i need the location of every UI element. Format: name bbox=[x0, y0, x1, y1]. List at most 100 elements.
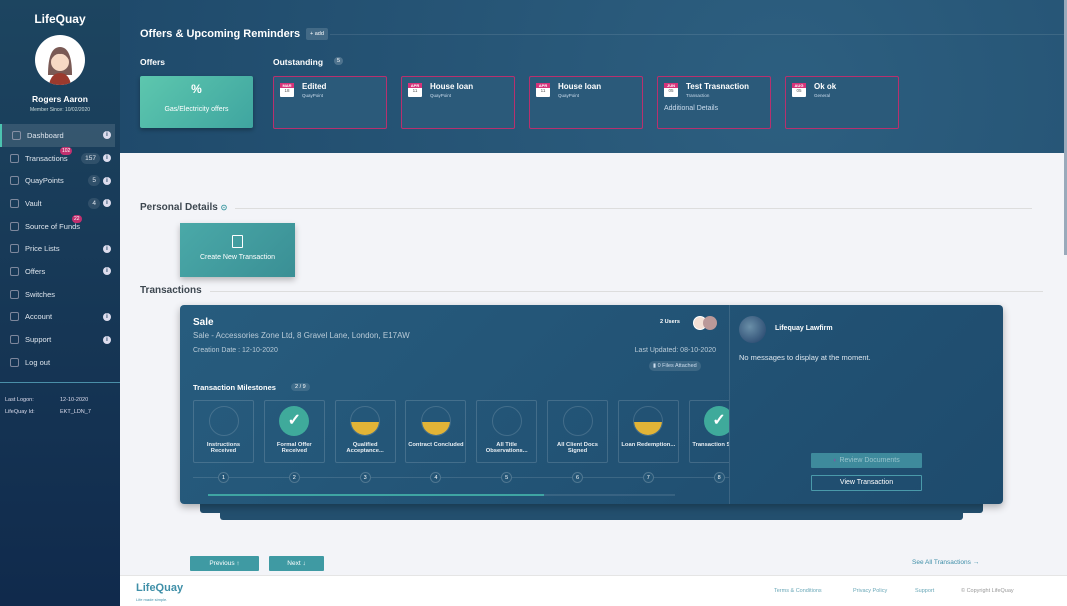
milestone[interactable]: Qualified Acceptance... bbox=[334, 400, 396, 463]
reminder-type: Transaction bbox=[686, 93, 710, 98]
calendar-icon: AUG 05 bbox=[792, 83, 806, 97]
sidebar: LifeQuay Rogers Aaron Member Since: 10/0… bbox=[0, 0, 120, 606]
id-value: EKT_LDN_7 bbox=[60, 409, 91, 415]
divider bbox=[330, 34, 1067, 35]
user-avatar[interactable] bbox=[703, 316, 717, 330]
last-logon: Last Logon: 12-10-2020 bbox=[5, 397, 115, 403]
info-icon[interactable]: i bbox=[103, 244, 111, 253]
globe-avatar-icon bbox=[739, 316, 766, 343]
offers-label: Offers bbox=[140, 57, 166, 67]
milestone[interactable]: Instructions Received bbox=[193, 400, 254, 463]
reminder-card[interactable]: MAR 18 Edited QuayPoint bbox=[273, 76, 387, 129]
milestone-status-icon bbox=[420, 406, 451, 436]
milestone-status-icon bbox=[633, 406, 664, 436]
next-button[interactable]: Next ↓ bbox=[269, 556, 324, 571]
sidebar-item-label: Support bbox=[25, 335, 52, 345]
divider bbox=[0, 382, 120, 383]
milestone[interactable]: All Title Observations... bbox=[476, 400, 538, 463]
info-icon[interactable]: i bbox=[103, 312, 111, 321]
milestone-label: All Title Observations... bbox=[485, 442, 528, 454]
review-documents-button[interactable]: ◐ Review Documents bbox=[811, 453, 922, 468]
sidebar-item-offers[interactable]: Offers i bbox=[0, 260, 115, 283]
sidebar-item-support[interactable]: Support i bbox=[0, 328, 115, 351]
milestone[interactable]: Contract Concluded bbox=[405, 400, 467, 463]
avatar[interactable] bbox=[35, 35, 85, 85]
sidebar-item-transactions[interactable]: Transactions 102 157 i bbox=[0, 146, 115, 170]
milestone[interactable]: Loan Redemption... bbox=[617, 400, 679, 463]
reminder-card[interactable]: APR 11 House loan QuayPoint bbox=[401, 76, 515, 129]
sidebar-item-account[interactable]: Account i bbox=[0, 306, 115, 329]
count-badge: 5 bbox=[88, 175, 100, 187]
milestone-number: 3 bbox=[359, 472, 371, 483]
no-messages: No messages to display at the moment. bbox=[739, 353, 871, 362]
lifequay-id: LifeQuay Id: EKT_LDN_7 bbox=[5, 409, 115, 415]
terms-link[interactable]: Terms & Conditions bbox=[774, 588, 822, 594]
reminder-day: 11 bbox=[412, 88, 418, 93]
info-icon[interactable]: i bbox=[103, 131, 111, 140]
reminder-card[interactable]: APR 11 House loan QuayPoint bbox=[529, 76, 643, 129]
gas-electricity-offer-card[interactable]: % Gas/Electricity offers bbox=[140, 76, 253, 128]
milestone-status-icon bbox=[208, 406, 239, 436]
info-icon[interactable]: i bbox=[103, 176, 111, 185]
reminders-title: Offers & Upcoming Reminders bbox=[140, 28, 301, 40]
scroll-thumb[interactable] bbox=[208, 494, 545, 496]
milestone-number: 4 bbox=[430, 472, 442, 483]
reminder-card[interactable]: JUN 05 Test Trasnaction Transaction Additi… bbox=[657, 76, 771, 129]
milestone[interactable]: All Client Docs Signed bbox=[547, 400, 608, 463]
sidebar-item-label: Vault bbox=[25, 198, 42, 208]
milestone[interactable]: ✓ Formal Offer Received bbox=[263, 400, 325, 463]
calendar-icon: APR 11 bbox=[536, 83, 550, 97]
sidebar-item-switches[interactable]: Switches bbox=[0, 283, 115, 306]
sidebar-item-label: Switches bbox=[25, 289, 56, 299]
creation-date: Creation Date : 12-10-2020 bbox=[193, 347, 278, 354]
milestone-label: Contract Concluded bbox=[408, 442, 464, 448]
sidebar-item-label: Source of Funds bbox=[25, 221, 81, 231]
milestone-number: 8 bbox=[713, 472, 725, 483]
milestone-label: All Client Docs Signed bbox=[557, 442, 598, 454]
files-attached[interactable]: ▮ 0 Files Attached bbox=[649, 361, 701, 371]
percent-badge-icon: % bbox=[191, 82, 202, 96]
sidebar-item-label: Offers bbox=[25, 266, 46, 276]
info-icon[interactable]: i bbox=[103, 335, 111, 344]
view-transaction-button[interactable]: View Transaction bbox=[811, 475, 922, 491]
milestone-number: 1 bbox=[218, 472, 229, 483]
see-all-transactions-link[interactable]: See All Transactions → bbox=[912, 559, 979, 566]
previous-button[interactable]: Previous ↑ bbox=[190, 556, 259, 571]
vault-icon bbox=[10, 198, 19, 208]
sidebar-item-dashboard[interactable]: Dashboard i bbox=[0, 124, 115, 147]
outstanding-count: 5 bbox=[334, 57, 344, 65]
user-name: Rogers Aaron bbox=[32, 94, 88, 104]
reminder-card[interactable]: AUG 05 Ok ok General bbox=[785, 76, 899, 129]
milestone-status-icon bbox=[562, 406, 593, 436]
milestone[interactable]: ✓ Transaction Settled bbox=[688, 400, 729, 463]
milestone-number: 5 bbox=[501, 472, 513, 483]
info-icon[interactable]: i bbox=[103, 267, 111, 276]
milestone-label: Qualified Acceptance... bbox=[346, 442, 384, 454]
sidebar-item-price-lists[interactable]: Price Lists i bbox=[0, 237, 115, 260]
privacy-link[interactable]: Privacy Policy bbox=[853, 588, 887, 594]
account-icon bbox=[10, 312, 19, 322]
reminder-title: Edited bbox=[302, 82, 327, 91]
add-reminder-button[interactable]: + add bbox=[306, 28, 328, 40]
sidebar-item-log-out[interactable]: Log out bbox=[0, 351, 115, 374]
create-new-transaction-button[interactable]: Create New Transaction bbox=[180, 223, 295, 277]
support-link[interactable]: Support bbox=[915, 588, 934, 594]
chevron-down-icon[interactable]: ⊙ bbox=[221, 203, 228, 212]
reminder-title: House loan bbox=[558, 82, 602, 91]
info-icon[interactable]: i bbox=[103, 199, 111, 208]
sidebar-item-quaypoints[interactable]: QuayPoints 5 i bbox=[0, 169, 115, 192]
sidebar-item-vault[interactable]: Vault 4 i bbox=[0, 192, 115, 215]
transactions-title: Transactions bbox=[140, 285, 202, 296]
sidebar-item-source-of-funds[interactable]: Source of Funds 22 bbox=[0, 214, 115, 238]
count-badge: 4 bbox=[88, 197, 100, 209]
reminder-type: QuayPoint bbox=[302, 93, 324, 98]
reminder-day: 11 bbox=[540, 88, 546, 93]
reminder-title: Ok ok bbox=[814, 82, 837, 91]
scroll-track[interactable] bbox=[208, 494, 675, 496]
personal-details-label: Personal Details bbox=[140, 202, 218, 213]
transaction-address: Sale - Accessories Zone Ltd, 8 Gravel La… bbox=[193, 331, 410, 340]
info-icon[interactable]: i bbox=[103, 154, 111, 163]
transaction-card[interactable]: Sale Sale - Accessories Zone Ltd, 8 Grav… bbox=[180, 305, 1003, 504]
quaypoints-icon bbox=[10, 176, 19, 186]
milestones-strip: Instructions Received 1 ✓ Formal Offer Rece… bbox=[193, 400, 729, 495]
